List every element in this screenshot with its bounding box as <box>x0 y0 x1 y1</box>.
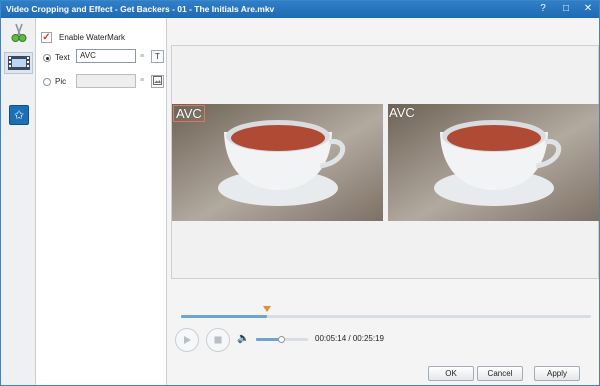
cancel-button[interactable]: Cancel <box>477 366 523 381</box>
time-separator: / <box>348 334 351 343</box>
text-mode-radio[interactable] <box>43 54 51 62</box>
separator: ≡ <box>140 77 145 84</box>
star-icon: ✩ <box>13 108 25 122</box>
watermark-text-input[interactable]: AVC <box>76 49 136 63</box>
time-display: 00:05:14 / 00:25:19 <box>315 334 384 343</box>
tool-tabs: ✩ <box>1 18 36 385</box>
film-strip-icon <box>7 56 30 70</box>
tab-crop[interactable] <box>4 22 33 44</box>
text-icon: T <box>155 52 160 61</box>
text-style-button[interactable]: T <box>151 50 164 63</box>
tea-cup-image <box>388 104 599 221</box>
close-button[interactable]: ✕ <box>579 2 597 16</box>
help-button[interactable]: ? <box>534 2 552 16</box>
speaker-icon[interactable]: 🔈 <box>237 333 249 344</box>
enable-watermark-label: Enable WaterMark <box>59 33 125 42</box>
timeline-progress <box>181 315 268 318</box>
tab-watermark[interactable]: ✩ <box>9 105 29 125</box>
watermark-pic-input[interactable] <box>76 74 136 88</box>
text-mode-label: Text <box>55 53 70 62</box>
output-preview: AVC <box>388 104 599 221</box>
video-preview-area: AVC AVC <box>171 45 599 279</box>
play-icon <box>184 336 191 344</box>
apply-button[interactable]: Apply <box>534 366 580 381</box>
scissors-icon <box>11 23 26 42</box>
watermark-preview-right: AVC <box>389 105 415 120</box>
timeline-slider[interactable] <box>181 315 591 318</box>
watermark-options-panel: ✓ Enable WaterMark Text AVC ≡ T Pic ≡ <box>36 18 167 385</box>
pic-mode-label: Pic <box>55 77 67 86</box>
volume-knob[interactable] <box>277 336 285 343</box>
video-cropping-effect-window: Video Cropping and Effect - Get Backers … <box>0 0 600 386</box>
enable-watermark-checkbox[interactable]: ✓ <box>41 32 52 43</box>
maximize-button[interactable]: □ <box>557 2 575 16</box>
browse-image-button[interactable] <box>151 75 164 88</box>
play-button[interactable] <box>175 328 199 352</box>
watermark-preview-left: AVC <box>173 105 205 122</box>
window-title: Video Cropping and Effect - Get Backers … <box>6 4 275 14</box>
volume-slider[interactable] <box>256 336 308 343</box>
separator: ≡ <box>140 53 145 60</box>
tab-effect[interactable] <box>4 52 33 74</box>
pic-mode-radio[interactable] <box>43 78 51 86</box>
current-time: 00:05:14 <box>315 334 347 343</box>
title-bar[interactable]: Video Cropping and Effect - Get Backers … <box>1 1 599 18</box>
progress-marker[interactable] <box>263 306 271 312</box>
total-time: 00:25:19 <box>352 334 384 343</box>
stop-icon <box>214 336 222 344</box>
original-preview: AVC <box>172 104 383 221</box>
stop-button[interactable] <box>206 328 230 352</box>
ok-button[interactable]: OK <box>428 366 474 381</box>
image-icon <box>153 76 162 85</box>
